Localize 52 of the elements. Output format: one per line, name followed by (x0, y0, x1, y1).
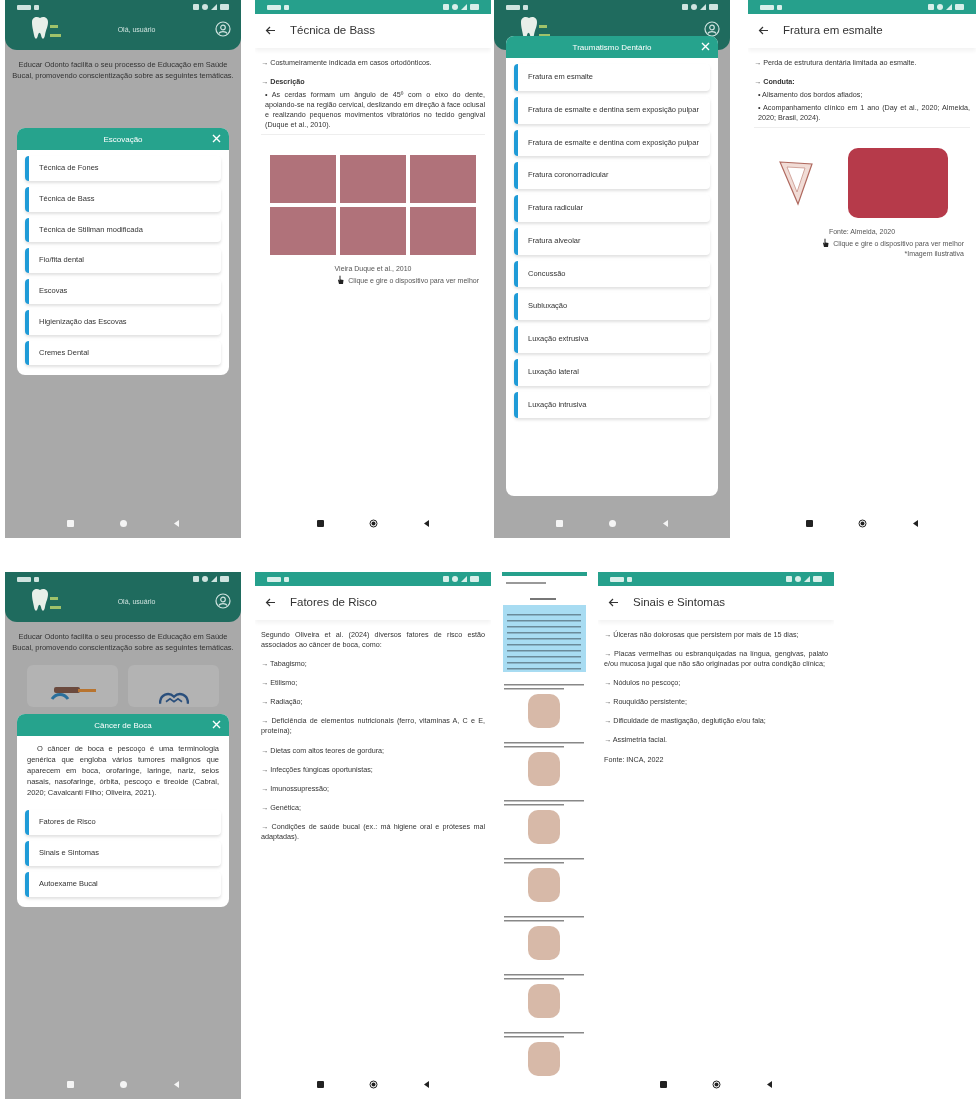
close-icon[interactable] (701, 42, 710, 51)
status-indicators-icon (610, 576, 632, 582)
back-arrow-icon[interactable] (758, 25, 769, 35)
status-indicators-icon (267, 576, 289, 582)
page-title: Sinais e Sintomas (633, 596, 726, 608)
status-indicators-icon (17, 4, 39, 10)
back-arrow-icon[interactable] (265, 597, 276, 607)
square-icon[interactable] (315, 1080, 325, 1089)
hand-pointer-icon (336, 275, 346, 286)
system-status-icon (443, 4, 479, 10)
page-title: Fratura em esmalte (783, 24, 883, 36)
page-title: Fatores de Risco (290, 596, 377, 608)
square-icon[interactable] (658, 1080, 668, 1089)
status-indicators-icon (760, 4, 782, 10)
user-icon[interactable] (215, 593, 231, 609)
photo-placeholder (340, 155, 406, 204)
hand-pointer-icon (821, 238, 831, 249)
system-status-icon (193, 576, 229, 582)
status-indicators-icon (506, 4, 528, 10)
close-icon[interactable] (212, 134, 221, 143)
photo-placeholder (270, 207, 336, 256)
photo-placeholder (270, 155, 336, 204)
circle-icon[interactable] (368, 1080, 378, 1089)
system-status-icon (682, 4, 718, 10)
photo-placeholder (410, 155, 476, 204)
back-arrow-icon[interactable] (608, 597, 619, 607)
dialog-title: Escovação (103, 134, 143, 144)
back-triangle-icon[interactable] (421, 1080, 431, 1089)
circle-icon[interactable] (857, 519, 867, 528)
status-indicators-icon (267, 4, 289, 10)
back-arrow-icon[interactable] (265, 25, 276, 35)
system-status-icon (928, 4, 964, 10)
circle-icon[interactable] (711, 1080, 721, 1089)
user-icon[interactable] (215, 21, 231, 37)
back-triangle-icon[interactable] (421, 519, 431, 528)
dialog-title: Câncer de Boca (94, 720, 152, 730)
back-triangle-icon[interactable] (910, 519, 920, 528)
user-icon[interactable] (704, 21, 720, 37)
dialog-title: Traumatismo Dentário (572, 42, 652, 52)
photo-placeholder (410, 207, 476, 256)
square-icon[interactable] (804, 519, 814, 528)
back-triangle-icon[interactable] (764, 1080, 774, 1089)
system-status-icon (443, 576, 479, 582)
system-status-icon (193, 4, 229, 10)
status-indicators-icon (17, 576, 39, 582)
photo-placeholder (340, 207, 406, 256)
close-icon[interactable] (212, 720, 221, 729)
square-icon[interactable] (315, 519, 325, 528)
page-title: Técnica de Bass (290, 24, 375, 36)
system-status-icon (786, 576, 822, 582)
circle-icon[interactable] (368, 519, 378, 528)
mouth-icon (158, 691, 189, 705)
